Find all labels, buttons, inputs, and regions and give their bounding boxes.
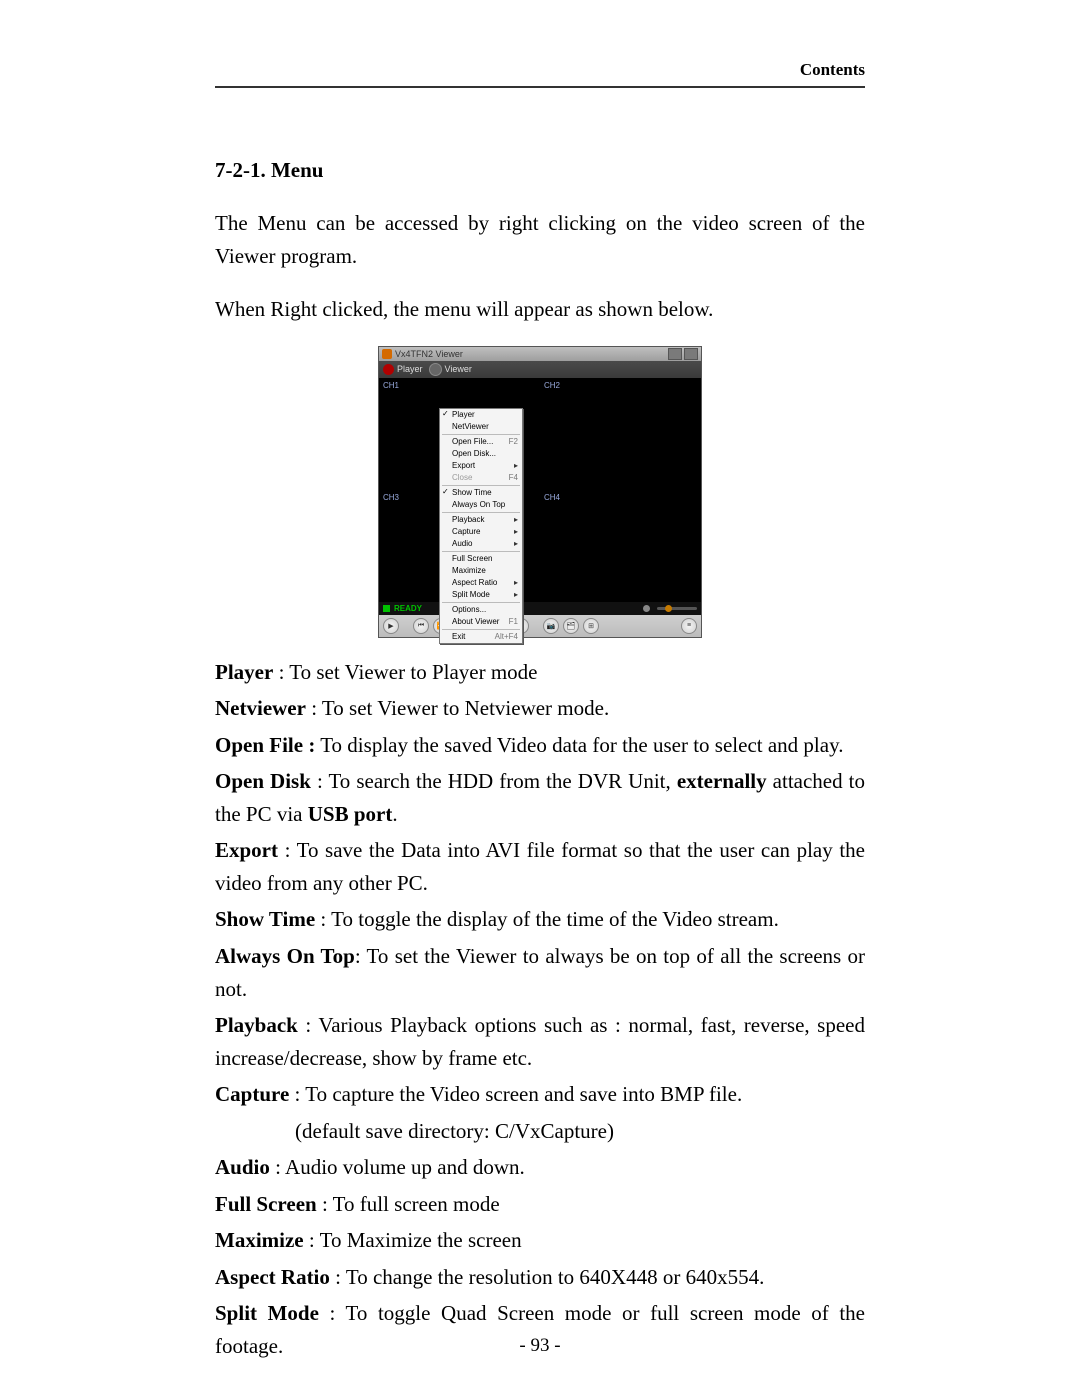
menu-item-show-time[interactable]: Show Time [440, 487, 522, 499]
skip-start-button[interactable]: ⏮ [413, 618, 429, 634]
menu-item-player[interactable]: Player [440, 409, 522, 421]
menu-separator [442, 512, 520, 513]
def-maximize: Maximize : To Maximize the screen [215, 1224, 865, 1257]
menu-item-exit[interactable]: ExitAlt+F4 [440, 631, 522, 643]
status-bar: READY [379, 602, 701, 615]
definitions-list: Player : To set Viewer to Player mode Ne… [215, 656, 865, 1363]
def-open-disk: Open Disk : To search the HDD from the D… [215, 765, 865, 830]
status-text: READY [394, 604, 422, 613]
menu-item-about[interactable]: About ViewerF1 [440, 616, 522, 628]
volume-icon [643, 605, 650, 612]
def-audio: Audio : Audio volume up and down. [215, 1151, 865, 1184]
menu-item-aspect-ratio[interactable]: Aspect Ratio [440, 577, 522, 589]
app-icon [382, 349, 392, 359]
def-player: Player : To set Viewer to Player mode [215, 656, 865, 689]
menu-item-full-screen[interactable]: Full Screen [440, 553, 522, 565]
menu-item-netviewer[interactable]: NetViewer [440, 421, 522, 433]
def-always-on-top: Always On Top: To set the Viewer to alwa… [215, 940, 865, 1005]
capture-button[interactable]: 📷 [543, 618, 559, 634]
def-export: Export : To save the Data into AVI file … [215, 834, 865, 899]
window-title: Vx4TFN2 Viewer [395, 349, 463, 359]
ch2-label: CH2 [544, 381, 560, 390]
def-open-file: Open File : To display the saved Video d… [215, 729, 865, 762]
viewer-window: Vx4TFN2 Viewer Player Viewer [378, 346, 702, 638]
volume-slider[interactable] [657, 607, 697, 610]
menu-separator [442, 551, 520, 552]
figure-viewer-screenshot: Vx4TFN2 Viewer Player Viewer [215, 346, 865, 638]
def-aspect-ratio: Aspect Ratio : To change the resolution … [215, 1261, 865, 1294]
toolbar-player-button[interactable]: Player [383, 364, 423, 375]
section-title: 7-2-1. Menu [215, 158, 865, 183]
toolbar-player-label: Player [397, 364, 423, 374]
menu-item-audio[interactable]: Audio [440, 538, 522, 550]
menu-separator [442, 485, 520, 486]
def-capture: Capture : To capture the Video screen an… [215, 1078, 865, 1111]
menu-item-options[interactable]: Options... [440, 604, 522, 616]
menu-item-capture[interactable]: Capture [440, 526, 522, 538]
toolbar-viewer-label: Viewer [445, 364, 472, 374]
header-contents-link[interactable]: Contents [215, 60, 865, 80]
settings-button[interactable]: ≡ [681, 618, 697, 634]
split-button[interactable]: ⊞ [583, 618, 599, 634]
def-netviewer: Netviewer : To set Viewer to Netviewer m… [215, 692, 865, 725]
menu-separator [442, 629, 520, 630]
video-cell-ch4[interactable]: CH4 [540, 490, 701, 602]
menu-item-maximize[interactable]: Maximize [440, 565, 522, 577]
paragraph-2: When Right clicked, the menu will appear… [215, 293, 865, 326]
page-number: - 93 - [0, 1335, 1080, 1357]
menu-item-open-disk[interactable]: Open Disk... [440, 448, 522, 460]
section-number: 7 [215, 158, 226, 182]
header-divider [215, 86, 865, 88]
menu-item-open-file[interactable]: Open File...F2 [440, 436, 522, 448]
ch4-label: CH4 [544, 493, 560, 502]
calendar-button[interactable]: 🗂 [563, 618, 579, 634]
def-playback: Playback : Various Playback options such… [215, 1009, 865, 1074]
close-button[interactable] [684, 348, 698, 360]
ch3-label: CH3 [383, 493, 399, 502]
context-menu: Player NetViewer Open File...F2 Open Dis… [439, 408, 523, 644]
section-name: -2-1. Menu [226, 158, 324, 182]
viewer-icon [429, 363, 442, 376]
video-placeholder [581, 421, 661, 443]
menu-item-close: CloseF4 [440, 472, 522, 484]
def-show-time: Show Time : To toggle the display of the… [215, 903, 865, 936]
ch1-label: CH1 [383, 381, 399, 390]
minimize-button[interactable] [668, 348, 682, 360]
status-indicator-icon [383, 605, 390, 612]
playback-controls: ▶ ⏮ ⏪ ◀ ▶ ⏩ ⏭ 📷 🗂 ⊞ ≡ [379, 615, 701, 637]
video-grid[interactable]: CH1 CH2 CH3 CH4 Player NetViewer [379, 378, 701, 602]
menu-item-always-on-top[interactable]: Always On Top [440, 499, 522, 511]
def-full-screen: Full Screen : To full screen mode [215, 1188, 865, 1221]
viewer-toolbar: Player Viewer [379, 361, 701, 378]
def-capture-note: (default save directory: C/VxCapture) [215, 1115, 865, 1148]
menu-item-split-mode[interactable]: Split Mode [440, 589, 522, 601]
video-placeholder [581, 533, 661, 555]
toolbar-viewer-button[interactable]: Viewer [429, 363, 472, 376]
menu-item-playback[interactable]: Playback [440, 514, 522, 526]
play-button[interactable]: ▶ [383, 618, 399, 634]
paragraph-1: The Menu can be accessed by right clicki… [215, 207, 865, 272]
menu-separator [442, 434, 520, 435]
video-cell-ch2[interactable]: CH2 [540, 378, 701, 490]
menu-item-export[interactable]: Export [440, 460, 522, 472]
document-page: Contents 7-2-1. Menu The Menu can be acc… [0, 0, 1080, 1397]
window-titlebar: Vx4TFN2 Viewer [379, 347, 701, 361]
record-icon [383, 364, 394, 375]
menu-separator [442, 602, 520, 603]
